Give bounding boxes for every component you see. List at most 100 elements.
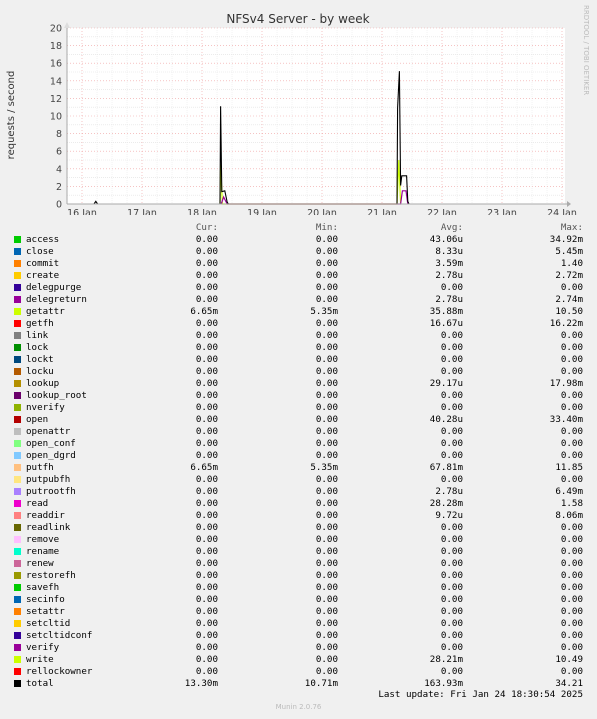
legend-cur: 0.00 — [195, 330, 218, 341]
legend-avg: 0.00 — [440, 618, 463, 629]
legend-row-delegreturn: delegreturn 0.00 0.00 2.78u 2.74m — [0, 294, 597, 306]
legend-min: 0.00 — [315, 546, 338, 557]
y-tick-labels: 0 2 4 6 8 10 12 14 16 18 20 — [50, 24, 62, 211]
legend-avg: 0.00 — [440, 558, 463, 569]
legend-name: commit — [26, 258, 60, 269]
legend-min: 0.00 — [315, 630, 338, 641]
header-cur: Cur: — [195, 222, 218, 233]
legend-cur: 0.00 — [195, 342, 218, 353]
legend-row-getfh: getfh 0.00 0.00 16.67u 16.22m — [0, 318, 597, 330]
legend-max: 0.00 — [560, 642, 583, 653]
legend-name: read — [26, 498, 49, 509]
legend-swatch — [14, 392, 21, 399]
legend-name: open_conf — [26, 438, 76, 449]
legend-avg: 29.17u — [429, 378, 463, 389]
legend-max: 8.06m — [555, 510, 583, 521]
legend-row-setcltid: setcltid 0.00 0.00 0.00 0.00 — [0, 618, 597, 630]
legend-avg: 9.72u — [435, 510, 463, 521]
legend-swatch — [14, 632, 21, 639]
legend-swatch — [14, 536, 21, 543]
legend-row-verify: verify 0.00 0.00 0.00 0.00 — [0, 642, 597, 654]
legend-swatch — [14, 428, 21, 435]
legend-cur: 0.00 — [195, 666, 218, 677]
legend-max: 17.98m — [549, 378, 583, 389]
legend-max: 10.49 — [555, 654, 583, 665]
y-tick-label: 18 — [50, 41, 62, 52]
legend-row-putrootfh: putrootfh 0.00 0.00 2.78u 6.49m — [0, 486, 597, 498]
legend-swatch — [14, 272, 21, 279]
legend-swatch — [14, 488, 21, 495]
legend-swatch — [14, 644, 21, 651]
legend-name: rename — [26, 546, 60, 557]
x-tick-label: 22 Jan — [427, 208, 457, 215]
legend-swatch — [14, 416, 21, 423]
legend-swatch — [14, 452, 21, 459]
legend-cur: 0.00 — [195, 654, 218, 665]
legend-min: 5.35m — [310, 462, 338, 473]
legend-name: savefh — [26, 582, 60, 593]
legend-avg: 0.00 — [440, 426, 463, 437]
legend-swatch — [14, 596, 21, 603]
legend-cur: 0.00 — [195, 546, 218, 557]
x-tick-label: 24 Jan — [547, 208, 577, 215]
legend-name: create — [26, 270, 60, 281]
legend-min: 0.00 — [315, 402, 338, 413]
legend-name: close — [26, 246, 54, 257]
legend-cur: 0.00 — [195, 510, 218, 521]
legend-name: renew — [26, 558, 54, 569]
chart: NFSv4 Server - by week requests / second… — [6, 5, 590, 215]
legend-min: 0.00 — [315, 666, 338, 677]
legend-min: 0.00 — [315, 606, 338, 617]
y-tick-label: 10 — [50, 112, 62, 123]
legend-min: 0.00 — [315, 498, 338, 509]
legend-min: 0.00 — [315, 282, 338, 293]
munin-version: Munin 2.0.76 — [275, 703, 322, 711]
legend-name: open_dgrd — [26, 450, 76, 461]
legend-avg: 0.00 — [440, 438, 463, 449]
legend-avg: 0.00 — [440, 402, 463, 413]
legend-cur: 0.00 — [195, 234, 218, 245]
legend-name: secinfo — [26, 594, 65, 605]
legend-row-create: create 0.00 0.00 2.78u 2.72m — [0, 270, 597, 282]
legend-cur: 0.00 — [195, 258, 218, 269]
legend-name: setcltidconf — [26, 630, 93, 641]
legend-row-rellockowner: rellockowner 0.00 0.00 0.00 0.00 — [0, 666, 597, 678]
legend-cur: 13.30m — [184, 678, 218, 689]
x-tick-label: 16 Jan — [67, 208, 97, 215]
legend-max: 16.22m — [549, 318, 583, 329]
legend-avg: 43.06u — [429, 234, 463, 245]
legend-cur: 0.00 — [195, 594, 218, 605]
legend-row-putpubfh: putpubfh 0.00 0.00 0.00 0.00 — [0, 474, 597, 486]
legend-max: 0.00 — [560, 666, 583, 677]
legend-min: 0.00 — [315, 318, 338, 329]
legend-min: 0.00 — [315, 330, 338, 341]
x-tick-label: 17 Jan — [127, 208, 157, 215]
legend-row-link: link 0.00 0.00 0.00 0.00 — [0, 330, 597, 342]
legend-min: 0.00 — [315, 450, 338, 461]
legend-name: readdir — [26, 510, 65, 521]
legend-max: 0.00 — [560, 534, 583, 545]
legend-avg: 28.28m — [429, 498, 463, 509]
legend-swatch — [14, 344, 21, 351]
legend-cur: 0.00 — [195, 318, 218, 329]
legend-cur: 0.00 — [195, 630, 218, 641]
legend-name: locku — [26, 366, 54, 377]
legend-swatch — [14, 668, 21, 675]
legend-avg: 2.78u — [435, 294, 463, 305]
legend-max: 0.00 — [560, 546, 583, 557]
legend-swatch — [14, 236, 21, 243]
legend-max: 0.00 — [560, 594, 583, 605]
legend-avg: 28.21m — [429, 654, 463, 665]
legend-max: 0.00 — [560, 366, 583, 377]
legend-row-setattr: setattr 0.00 0.00 0.00 0.00 — [0, 606, 597, 618]
legend-min: 0.00 — [315, 654, 338, 665]
y-axis-arrow-icon — [64, 22, 70, 28]
legend-cur: 0.00 — [195, 570, 218, 581]
legend-swatch — [14, 560, 21, 567]
legend-avg: 0.00 — [440, 390, 463, 401]
legend-swatch — [14, 404, 21, 411]
legend-row-read: read 0.00 0.00 28.28m 1.58 — [0, 498, 597, 510]
legend-swatch — [14, 572, 21, 579]
last-update: Last update: Fri Jan 24 18:30:54 2025 — [378, 689, 583, 700]
legend-name: access — [26, 234, 60, 245]
